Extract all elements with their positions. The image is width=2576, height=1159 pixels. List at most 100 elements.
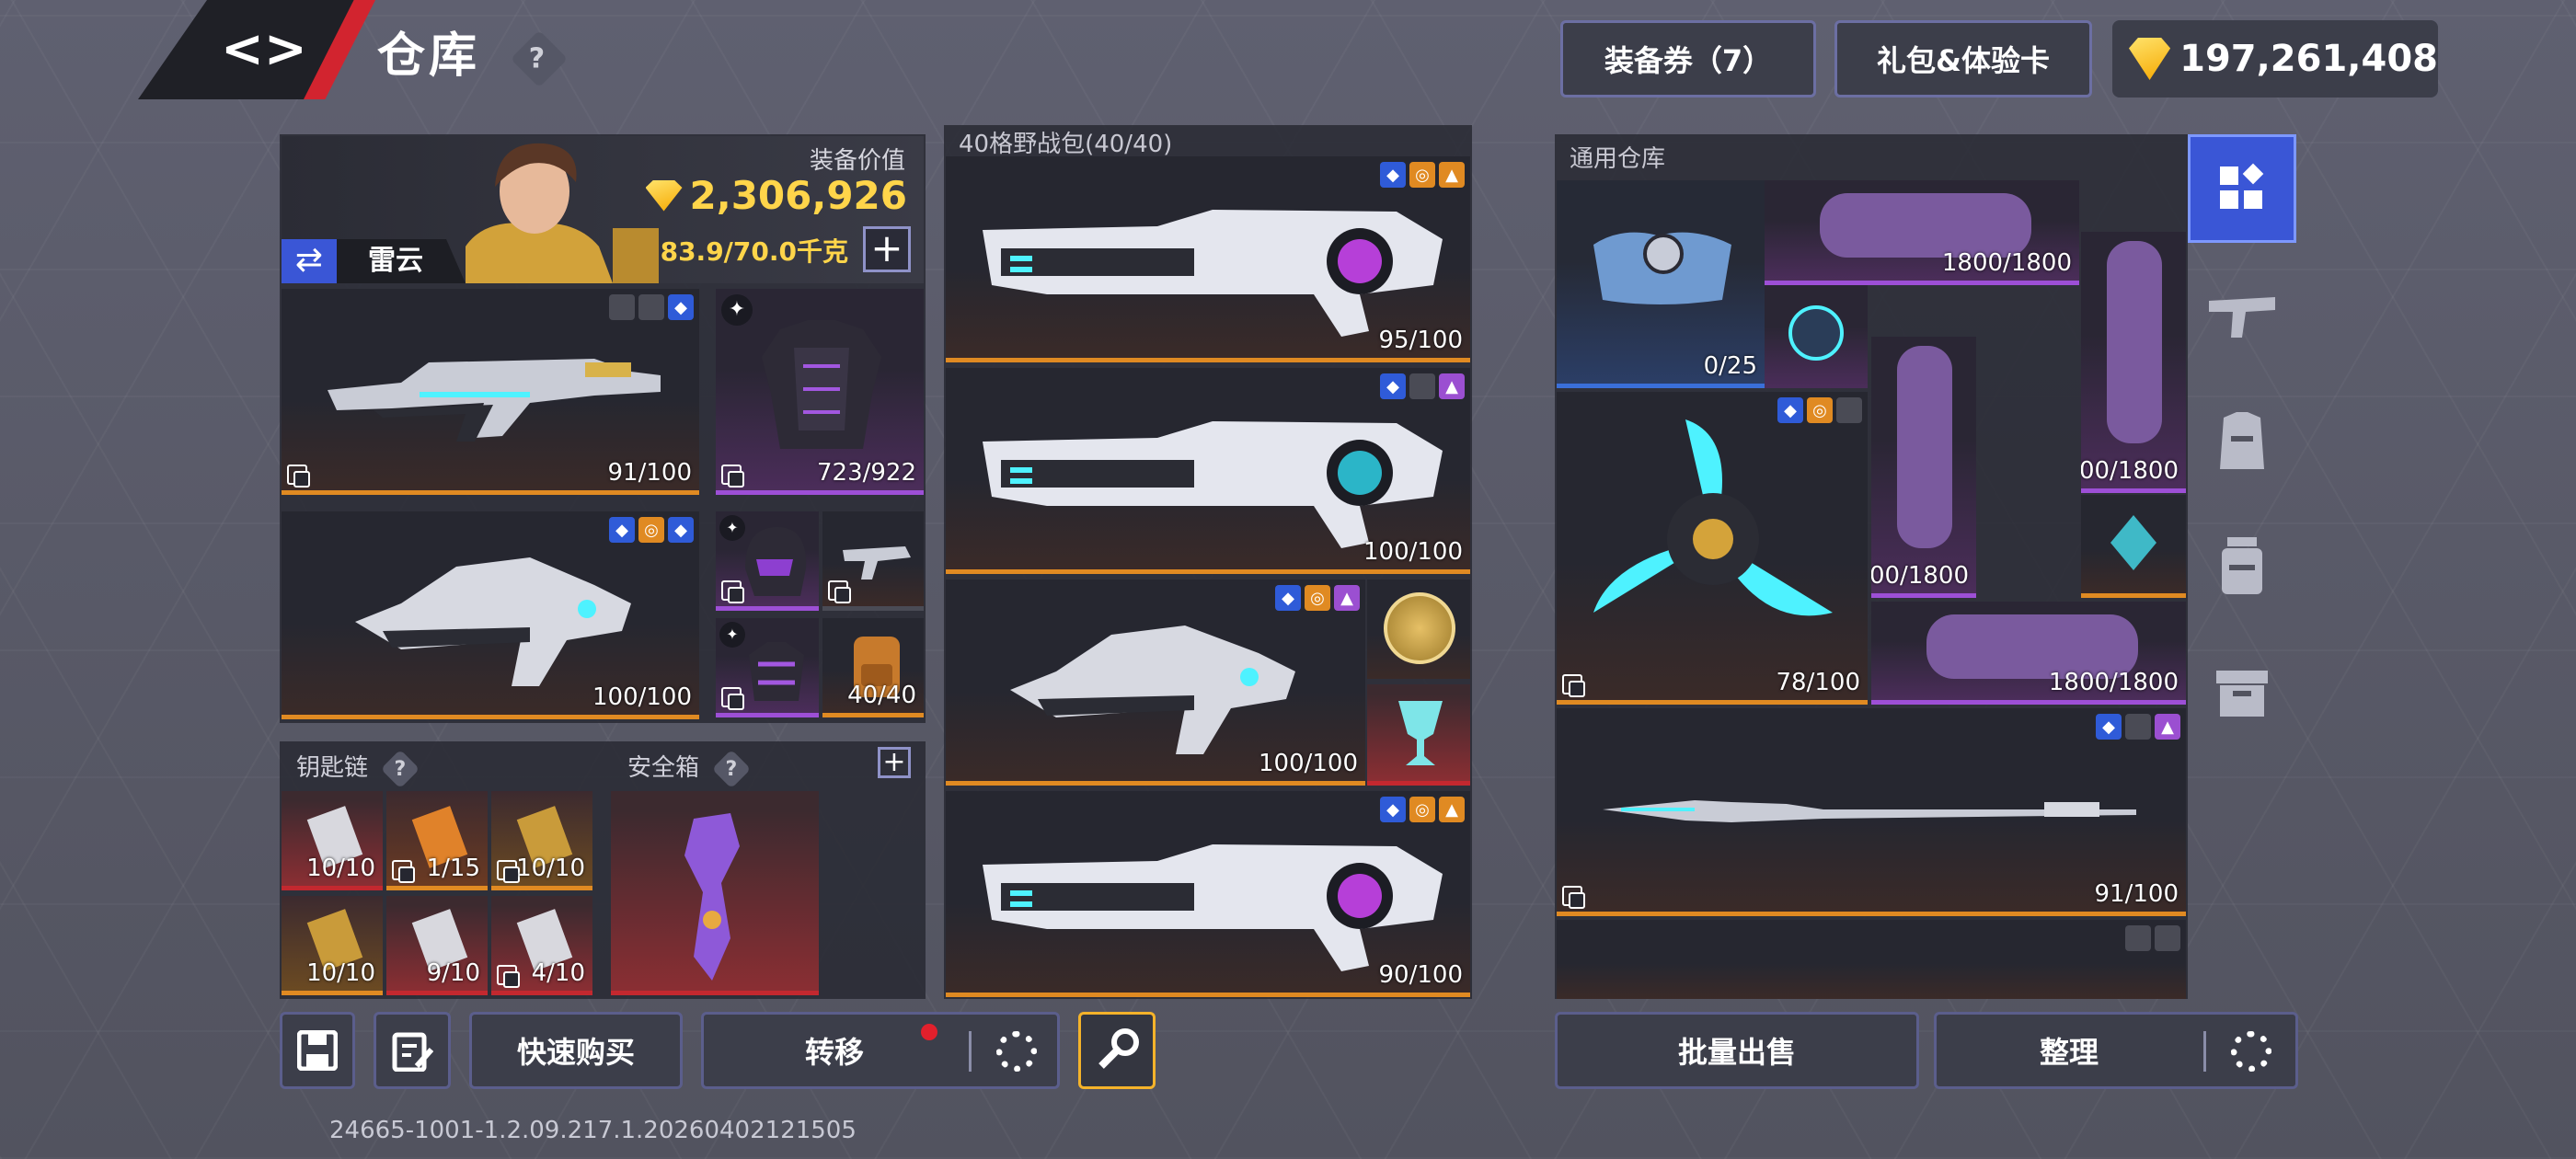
key-slot[interactable]: 10/10 <box>282 896 383 995</box>
mod-flame-icon: ▲ <box>1439 373 1465 399</box>
item-count: 1800/1800 <box>2048 669 2179 696</box>
backpack-weapon-slot[interactable]: ◆ ◎ ▲ 95/100 <box>946 156 1470 362</box>
tab-all[interactable] <box>2188 134 2296 243</box>
backpack-item-slot[interactable] <box>1367 684 1470 786</box>
plasma-rifle-icon <box>983 421 1443 548</box>
mod-flame-icon: ▲ <box>1439 162 1465 188</box>
grid-icon <box>2220 163 2264 209</box>
sort-button[interactable]: 整理 <box>1934 1012 2298 1089</box>
tab-weapons[interactable] <box>2188 261 2296 370</box>
storage-item-slot[interactable] <box>1557 920 2186 999</box>
helmet-slot[interactable]: ✦ <box>716 511 819 611</box>
help-icon[interactable]: ? <box>511 29 569 88</box>
chalice-icon <box>1398 701 1443 765</box>
tab-materials[interactable] <box>2188 637 2296 745</box>
key-slot[interactable]: 10/10 <box>282 791 383 890</box>
key-slot[interactable]: 1/15 <box>386 791 488 890</box>
backpack-slot[interactable]: 40/40 <box>822 618 924 717</box>
plasma-rifle-icon <box>983 844 1443 971</box>
storage-item-slot[interactable]: 1800/1800 <box>1765 180 2079 285</box>
storage-item-slot[interactable]: 1800/1800 <box>1871 337 1976 598</box>
tab-armor[interactable] <box>2188 386 2296 495</box>
settings-gear-icon[interactable] <box>2231 1031 2271 1072</box>
notification-dot <box>921 1024 937 1040</box>
backpack-weapon-slot[interactable]: ◆ ▲ 100/100 <box>946 368 1470 574</box>
equipped-icon <box>721 465 744 488</box>
storage-item-slot[interactable]: 1800/1800 <box>2081 232 2186 493</box>
key-slot[interactable]: 4/10 <box>491 896 592 995</box>
durability: 91/100 <box>607 459 692 487</box>
mod-spiral-icon: ◎ <box>638 517 664 543</box>
transfer-button[interactable]: 转移 <box>701 1012 1060 1089</box>
add-weight-button[interactable]: + <box>863 226 911 272</box>
gem-icon <box>645 179 683 212</box>
feather-icon: ✦ <box>721 294 753 326</box>
key-count: 10/10 <box>306 855 375 882</box>
weight-readout: 83.9/70.0千克 <box>660 236 848 267</box>
storage-item-slot[interactable]: ◆ ◎ 78/100 <box>1557 392 1868 705</box>
safebox-slot[interactable] <box>611 791 819 995</box>
mod-icons: ◆ ◎ ▲ <box>1380 797 1465 822</box>
keychain-label: 钥匙链 ? <box>296 749 420 788</box>
rifle-icon <box>328 359 661 442</box>
divider <box>969 1031 972 1072</box>
heavy-weapon-icon <box>355 557 631 686</box>
durability: 90/100 <box>1378 961 1463 989</box>
help-icon[interactable]: ? <box>712 749 752 788</box>
primary-weapon-slot[interactable]: ◆ 91/100 <box>282 289 699 495</box>
mod-icons: ◆ ▲ <box>2096 714 2180 740</box>
durability: 723/922 <box>816 459 916 487</box>
equip-voucher-button[interactable]: 装备券（7） <box>1560 20 1816 98</box>
storage-item-slot[interactable]: 1800/1800 <box>1871 602 2186 705</box>
key-count: 10/10 <box>516 855 585 882</box>
bulk-sell-button[interactable]: 批量出售 <box>1555 1012 1919 1089</box>
mod-icons: ◆ ◎ ▲ <box>1380 162 1465 188</box>
armor-slot[interactable]: ✦ 723/922 <box>716 289 924 495</box>
edit-loadout-button[interactable] <box>374 1012 451 1089</box>
crystal-icon <box>2110 515 2156 570</box>
vest-icon <box>2220 412 2264 469</box>
key-count: 4/10 <box>531 959 585 987</box>
secondary-weapon-slot[interactable]: ◆ ◎ ◆ 100/100 <box>282 511 699 719</box>
cloth-icon <box>1593 232 1731 304</box>
backpack-weapon-slot[interactable]: ◆ ◎ ▲ 90/100 <box>946 791 1470 997</box>
storage-item-slot[interactable] <box>2081 495 2186 598</box>
gem-icon <box>2129 38 2171 80</box>
tab-consumables[interactable] <box>2188 511 2296 620</box>
chest-rig-slot[interactable]: ✦ <box>716 618 819 717</box>
jar-icon <box>2222 537 2262 594</box>
backpack-weapon-slot[interactable]: ◆ ◎ ▲ 100/100 <box>946 580 1365 786</box>
add-safebox-button[interactable]: + <box>878 747 911 778</box>
storage-item-slot[interactable]: 0/25 <box>1557 180 1765 388</box>
equip-value: 2,306,926 <box>645 173 907 218</box>
transfer-label: 转移 <box>805 1035 865 1070</box>
body-armor-icon <box>762 320 881 449</box>
sidearm-slot[interactable] <box>822 511 924 611</box>
character-header: 装备价值 2,306,926 83.9/70.0千克 + ⇄ 雷云 <box>282 136 924 283</box>
backpack-item-slot[interactable] <box>1367 580 1470 679</box>
storage-item-slot[interactable]: ◆ ▲ 91/100 <box>1557 708 2186 916</box>
storage-item-slot[interactable] <box>1765 285 1868 388</box>
backpack-title: 40格野战包(40/40) <box>959 131 1173 158</box>
wrench-icon <box>1098 1028 1139 1069</box>
key-slot[interactable]: 10/10 <box>491 791 592 890</box>
settings-gear-icon[interactable] <box>996 1031 1037 1072</box>
gun-icon <box>2209 297 2275 338</box>
equipped-icon <box>1562 886 1585 909</box>
durability: 100/100 <box>592 683 692 711</box>
gift-pack-button[interactable]: 礼包&体验卡 <box>1834 20 2092 98</box>
mod-crosshair-icon: ◆ <box>2096 714 2122 740</box>
quick-buy-button[interactable]: 快速购买 <box>469 1012 683 1089</box>
repair-button[interactable] <box>1078 1012 1156 1089</box>
save-button[interactable] <box>280 1012 355 1089</box>
switch-character-icon[interactable]: ⇄ <box>282 239 337 283</box>
mod-flame-icon: ▲ <box>1439 797 1465 822</box>
mod-spiral-icon: ◎ <box>1409 162 1435 188</box>
mod-flame-icon: ▲ <box>2155 714 2180 740</box>
equipped-icon <box>287 465 310 488</box>
key-slot[interactable]: 9/10 <box>386 896 488 995</box>
storage-title: 通用仓库 <box>1570 145 1666 173</box>
plasma-rifle-icon <box>983 210 1443 337</box>
back-arrow-icon[interactable]: <> <box>221 20 307 79</box>
help-icon[interactable]: ? <box>381 749 420 788</box>
